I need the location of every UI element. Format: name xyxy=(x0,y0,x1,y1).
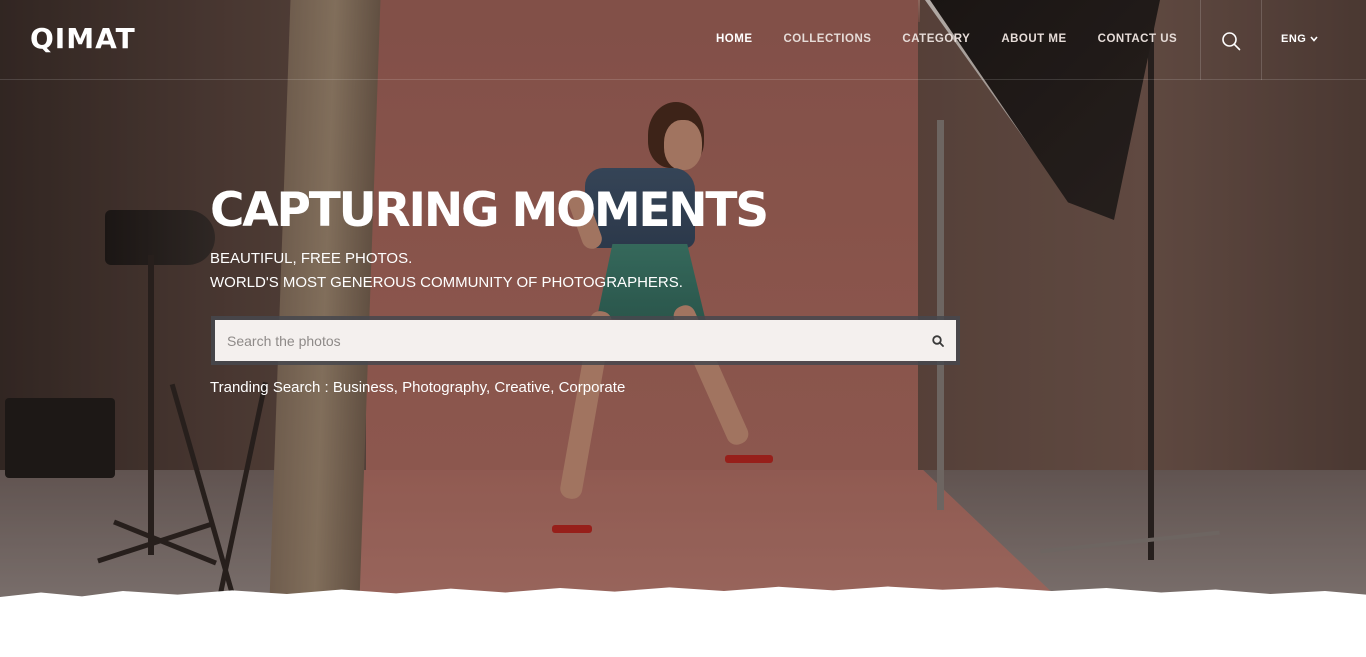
search-icon xyxy=(932,334,944,347)
trending-term-corporate[interactable]: Corporate xyxy=(559,379,626,396)
trending-term-photography[interactable]: Photography xyxy=(402,379,486,396)
photo-search-box xyxy=(211,316,960,365)
hero-background xyxy=(0,0,1366,600)
nav-item-collections[interactable]: COLLECTIONS xyxy=(784,33,872,45)
main-nav: HOME COLLECTIONS CATEGORY ABOUT ME CONTA… xyxy=(716,33,1177,45)
language-selector[interactable]: ENG xyxy=(1281,33,1318,45)
hero-title: CAPTURING MOMENTS xyxy=(210,183,769,238)
hero-subtitle-line-1: BEAUTIFUL, FREE PHOTOS. xyxy=(210,250,413,267)
photo-search-input[interactable] xyxy=(215,320,920,361)
trending-search: Tranding Search : Business, Photography,… xyxy=(210,379,626,396)
trending-term-creative[interactable]: Creative xyxy=(494,379,550,396)
hero-subtitle-line-2: WORLD'S MOST GENEROUS COMMUNITY OF PHOTO… xyxy=(210,274,683,291)
trending-term-business[interactable]: Business xyxy=(333,379,394,396)
trending-label: Tranding Search : xyxy=(210,379,329,396)
header-divider xyxy=(1200,0,1201,80)
nav-item-about-me[interactable]: ABOUT ME xyxy=(1001,33,1066,45)
header-search-button[interactable] xyxy=(1216,26,1246,56)
site-header: QIMAT HOME COLLECTIONS CATEGORY ABOUT ME… xyxy=(0,0,1366,80)
nav-item-home[interactable]: HOME xyxy=(716,33,753,45)
nav-item-category[interactable]: CATEGORY xyxy=(902,33,970,45)
nav-item-contact-us[interactable]: CONTACT US xyxy=(1098,33,1178,45)
photo-search-field xyxy=(215,320,956,361)
chevron-down-icon xyxy=(1310,36,1318,42)
site-logo[interactable]: QIMAT xyxy=(30,22,136,55)
language-label: ENG xyxy=(1281,33,1307,45)
photo-search-submit[interactable] xyxy=(920,320,956,361)
header-divider xyxy=(1261,0,1262,80)
search-icon xyxy=(1222,32,1241,51)
hero-overlay xyxy=(0,0,1366,600)
